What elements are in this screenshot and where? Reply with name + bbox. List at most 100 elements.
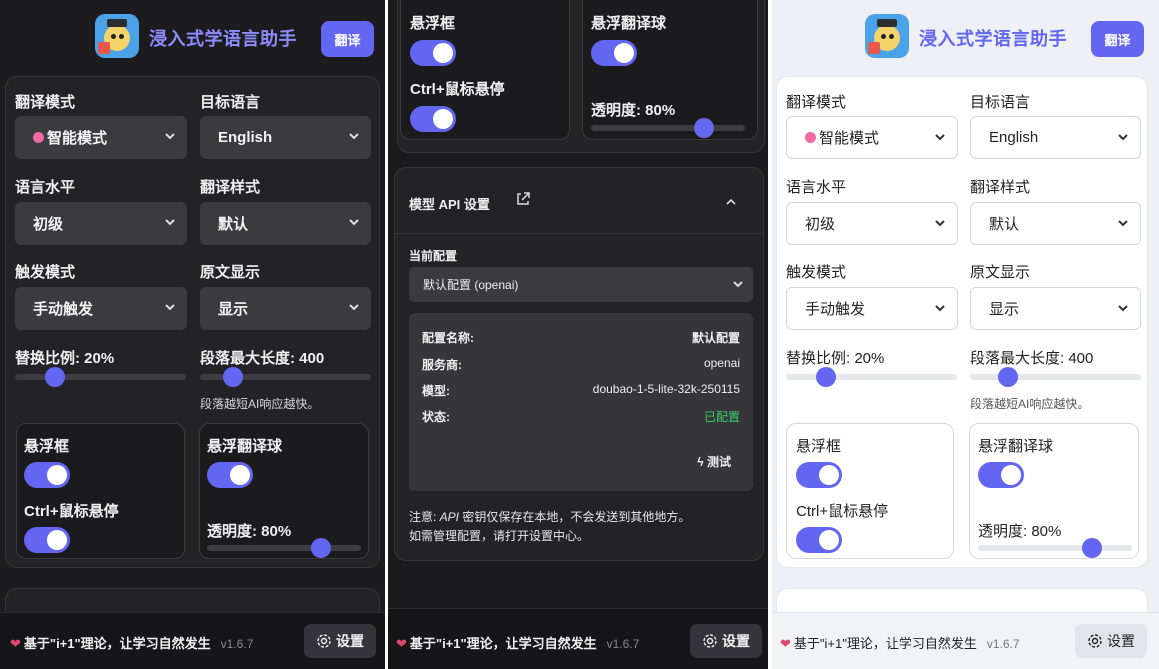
chevron-down-icon bbox=[1118, 134, 1128, 141]
heart-icon: ❤ bbox=[10, 636, 21, 651]
float-box-toggle[interactable] bbox=[796, 462, 842, 488]
heart-icon: ❤ bbox=[780, 636, 791, 651]
target-language-select[interactable]: English bbox=[970, 116, 1141, 159]
original-display-label: 原文显示 bbox=[200, 264, 261, 281]
slider-thumb[interactable] bbox=[694, 118, 714, 138]
replace-ratio-slider[interactable] bbox=[15, 367, 186, 387]
api-settings-header[interactable]: 模型 API 设置 bbox=[395, 168, 763, 234]
float-box-group: 悬浮框 Ctrl+鼠标悬停 bbox=[16, 423, 185, 559]
config-info-box: 配置名称: 默认配置 服务商: openai 模型: doubao-1-5-lite-… bbox=[409, 313, 753, 491]
brain-icon bbox=[33, 132, 44, 143]
float-ball-toggle[interactable] bbox=[207, 462, 253, 488]
chevron-down-icon bbox=[349, 219, 359, 226]
test-button[interactable]: ϟ 测试 bbox=[697, 453, 731, 470]
app-title: 浸入式学语言助手 bbox=[919, 29, 1067, 49]
ctrl-hover-label: Ctrl+鼠标悬停 bbox=[24, 503, 119, 520]
float-box-label: 悬浮框 bbox=[410, 15, 456, 32]
opacity-slider[interactable] bbox=[591, 118, 745, 138]
language-level-select[interactable]: 初级 bbox=[15, 202, 187, 245]
float-box-group: 悬浮框 Ctrl+鼠标悬停 bbox=[400, 0, 570, 140]
float-box-toggle[interactable] bbox=[410, 40, 456, 66]
chevron-down-icon bbox=[935, 220, 945, 227]
trigger-mode-select[interactable]: 手动触发 bbox=[15, 287, 187, 330]
opacity-slider[interactable] bbox=[207, 538, 361, 558]
chevron-down-icon bbox=[1118, 305, 1128, 312]
translation-mode-select[interactable]: 智能模式 bbox=[786, 116, 958, 159]
footer: ❤ 基于"i+1"理论，让学习自然发生 v1.6.7 设置 bbox=[772, 612, 1159, 669]
api-settings-card: 模型 API 设置 当前配置 默认配置 (openai) 配置名称: 默认配置 服… bbox=[394, 167, 764, 561]
footer-text: ❤ 基于"i+1"理论，让学习自然发生 v1.6.7 bbox=[396, 636, 640, 651]
float-ball-label: 悬浮翻译球 bbox=[978, 438, 1054, 455]
settings-button[interactable]: 设置 bbox=[1075, 624, 1147, 658]
gear-icon bbox=[1088, 634, 1102, 648]
toggles-card: 悬浮框 Ctrl+鼠标悬停 悬浮翻译球 透明度: 80% bbox=[397, 0, 765, 153]
translate-button[interactable]: 翻译 bbox=[321, 21, 374, 57]
translation-mode-select[interactable]: 智能模式 bbox=[15, 116, 187, 159]
slider-thumb[interactable] bbox=[998, 367, 1018, 387]
float-box-toggle[interactable] bbox=[24, 462, 70, 488]
target-language-label: 目标语言 bbox=[200, 94, 261, 111]
model-row: 模型: doubao-1-5-lite-32k-250115 bbox=[422, 382, 740, 398]
float-ball-group: 悬浮翻译球 透明度: 80% bbox=[199, 423, 369, 559]
chevron-down-icon bbox=[733, 281, 743, 288]
trigger-mode-label: 触发模式 bbox=[786, 264, 847, 281]
ctrl-hover-toggle[interactable] bbox=[24, 527, 70, 553]
chevron-down-icon bbox=[935, 305, 945, 312]
language-level-select[interactable]: 初级 bbox=[786, 202, 958, 245]
opacity-label: 透明度: 80% bbox=[207, 523, 292, 540]
opacity-label: 透明度: 80% bbox=[591, 102, 676, 119]
api-settings-title: 模型 API 设置 bbox=[409, 197, 490, 212]
float-ball-group: 悬浮翻译球 透明度: 80% bbox=[582, 0, 758, 140]
slider-thumb[interactable] bbox=[816, 367, 836, 387]
ctrl-hover-toggle[interactable] bbox=[796, 527, 842, 553]
settings-button[interactable]: 设置 bbox=[304, 624, 376, 658]
settings-card: 翻译模式 目标语言 智能模式 English 语言水平 翻译样式 初级 默认 触… bbox=[776, 76, 1148, 568]
translation-style-select[interactable]: 默认 bbox=[200, 202, 371, 245]
settings-button[interactable]: 设置 bbox=[690, 624, 762, 658]
float-box-label: 悬浮框 bbox=[796, 438, 842, 455]
translation-mode-label: 翻译模式 bbox=[786, 94, 847, 111]
header: 浸入式学语言助手 翻译 bbox=[0, 0, 385, 74]
header: 浸入式学语言助手 翻译 bbox=[772, 0, 1159, 74]
ctrl-hover-toggle[interactable] bbox=[410, 106, 456, 132]
trigger-mode-select[interactable]: 手动触发 bbox=[786, 287, 958, 330]
slider-thumb[interactable] bbox=[1082, 538, 1102, 558]
float-ball-group: 悬浮翻译球 透明度: 80% bbox=[969, 423, 1139, 559]
chevron-down-icon bbox=[165, 219, 175, 226]
gear-icon bbox=[317, 634, 331, 648]
version: v1.6.7 bbox=[606, 637, 640, 651]
translation-style-label: 翻译样式 bbox=[970, 179, 1031, 196]
slider-thumb[interactable] bbox=[311, 538, 331, 558]
brain-icon bbox=[805, 132, 816, 143]
slider-thumb[interactable] bbox=[223, 367, 243, 387]
original-display-select[interactable]: 显示 bbox=[970, 287, 1141, 330]
heart-icon: ❤ bbox=[396, 636, 407, 651]
language-level-label: 语言水平 bbox=[15, 179, 76, 196]
slider-thumb[interactable] bbox=[45, 367, 65, 387]
target-language-select[interactable]: English bbox=[200, 116, 371, 159]
chevron-down-icon bbox=[935, 134, 945, 141]
replace-ratio-slider[interactable] bbox=[786, 367, 957, 387]
current-config-select[interactable]: 默认配置 (openai) bbox=[409, 267, 753, 302]
translate-button[interactable]: 翻译 bbox=[1091, 21, 1144, 57]
external-link-icon[interactable] bbox=[514, 190, 532, 208]
max-paragraph-label: 段落最大长度: 400 bbox=[970, 350, 1094, 367]
chevron-up-icon[interactable] bbox=[725, 196, 737, 208]
float-ball-toggle[interactable] bbox=[978, 462, 1024, 488]
paragraph-hint: 段落越短AI响应越快。 bbox=[970, 397, 1090, 411]
translation-style-select[interactable]: 默认 bbox=[970, 202, 1141, 245]
replace-ratio-label: 替换比例: 20% bbox=[15, 350, 115, 367]
lightning-icon: ϟ bbox=[697, 455, 707, 469]
float-box-label: 悬浮框 bbox=[24, 438, 70, 455]
float-ball-label: 悬浮翻译球 bbox=[207, 438, 283, 455]
max-paragraph-slider[interactable] bbox=[200, 367, 371, 387]
max-paragraph-slider[interactable] bbox=[970, 367, 1141, 387]
float-ball-toggle[interactable] bbox=[591, 40, 637, 66]
float-ball-label: 悬浮翻译球 bbox=[591, 15, 667, 32]
float-box-group: 悬浮框 Ctrl+鼠标悬停 bbox=[786, 423, 954, 559]
trigger-mode-label: 触发模式 bbox=[15, 264, 76, 281]
footer: ❤ 基于"i+1"理论，让学习自然发生 v1.6.7 设置 bbox=[0, 612, 385, 669]
opacity-slider[interactable] bbox=[978, 538, 1132, 558]
replace-ratio-label: 替换比例: 20% bbox=[786, 350, 885, 367]
original-display-select[interactable]: 显示 bbox=[200, 287, 371, 330]
